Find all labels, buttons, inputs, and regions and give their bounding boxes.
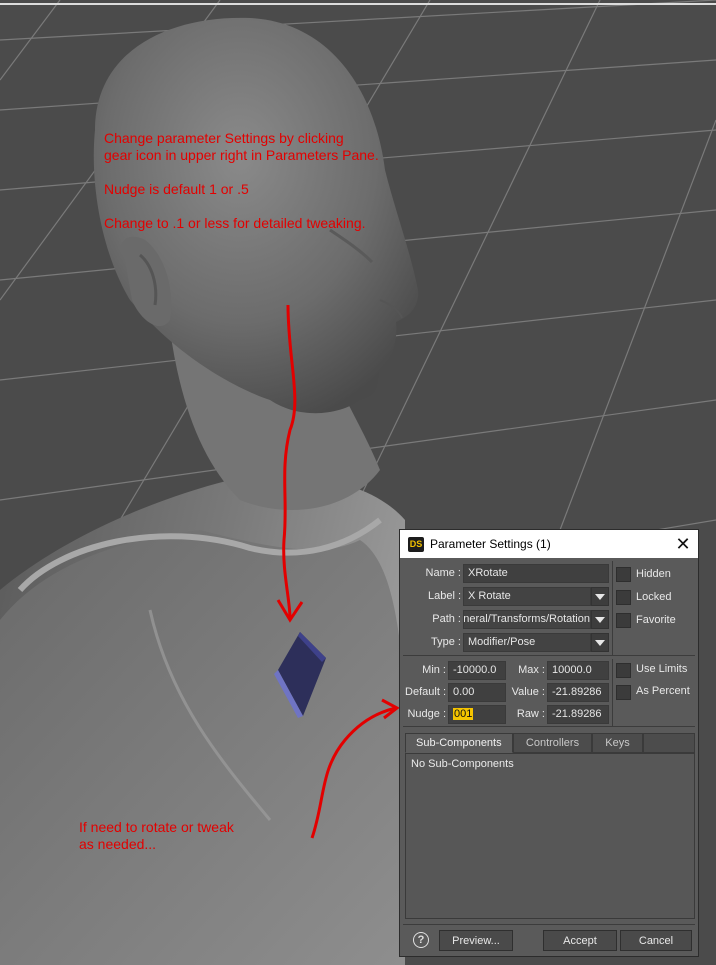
dialog-titlebar[interactable]: DS Parameter Settings (1) ✕	[400, 530, 698, 558]
min-label: Min :	[422, 664, 446, 676]
annotation-bottom-note: If need to rotate or tweak as needed...	[79, 819, 234, 852]
as-percent-checkbox[interactable]	[616, 685, 631, 700]
use-limits-label: Use Limits	[636, 663, 688, 675]
accept-button[interactable]: Accept	[543, 930, 617, 951]
raw-label: Raw :	[516, 708, 545, 720]
default-label: Default :	[405, 686, 446, 698]
favorite-label: Favorite	[636, 614, 676, 626]
value-field[interactable]: -21.89286	[547, 683, 609, 702]
dialog-footer: ? Preview... Accept Cancel	[403, 924, 695, 954]
path-value: General/Transforms/Rotation	[463, 613, 590, 625]
path-label: Path :	[432, 613, 461, 625]
path-dropdown-button[interactable]	[591, 610, 609, 629]
close-icon[interactable]: ✕	[668, 530, 698, 558]
nudge-field[interactable]: 001	[448, 705, 506, 724]
use-limits-checkbox[interactable]	[616, 663, 631, 678]
type-dropdown-button[interactable]	[591, 633, 609, 652]
max-field[interactable]: 10000.0	[547, 661, 609, 680]
help-icon: ?	[413, 932, 429, 948]
tab-sub-components[interactable]: Sub-Components	[405, 733, 513, 753]
vertical-divider	[612, 659, 613, 727]
sub-components-panel[interactable]: No Sub-Components	[405, 753, 695, 919]
label-dropdown-button[interactable]	[591, 587, 609, 606]
daz-studio-logo-icon: DS	[408, 536, 424, 552]
tab-bar: Sub-Components Controllers Keys	[405, 733, 695, 753]
tab-controllers[interactable]: Controllers	[513, 733, 592, 753]
name-field[interactable]: XRotate	[463, 564, 609, 583]
annotation-top-note: Change parameter Settings by clicking ge…	[104, 130, 379, 231]
max-label: Max :	[518, 664, 545, 676]
type-combo[interactable]: Modifier/Pose	[463, 633, 591, 652]
cancel-button[interactable]: Cancel	[620, 930, 692, 951]
identity-section: Name : XRotate Label : X Rotate Path : G…	[403, 561, 695, 656]
favorite-checkbox[interactable]	[616, 613, 631, 628]
dialog-title: Parameter Settings (1)	[430, 537, 551, 551]
locked-checkbox[interactable]	[616, 590, 631, 605]
locked-label: Locked	[636, 591, 672, 603]
nudge-value: 001	[453, 708, 474, 720]
hidden-checkbox[interactable]	[616, 567, 631, 582]
value-label: Value :	[511, 686, 545, 698]
min-field[interactable]: -10000.0	[448, 661, 506, 680]
vertical-divider	[612, 561, 613, 656]
path-combo[interactable]: General/Transforms/Rotation	[463, 610, 591, 629]
default-field[interactable]: 0.00	[448, 683, 506, 702]
raw-field[interactable]: -21.89286	[547, 705, 609, 724]
label-label: Label :	[427, 590, 461, 602]
label-combo[interactable]: X Rotate	[463, 587, 591, 606]
parameter-settings-dialog: DS Parameter Settings (1) ✕ Name : XRota…	[399, 529, 699, 957]
limits-section: Min : -10000.0 Max : 10000.0 Default : 0…	[403, 659, 695, 727]
as-percent-label: As Percent	[636, 685, 690, 697]
hidden-label: Hidden	[636, 568, 671, 580]
nudge-label: Nudge :	[407, 708, 446, 720]
tab-spacer	[643, 733, 695, 753]
tab-keys[interactable]: Keys	[592, 733, 643, 753]
name-label: Name :	[425, 567, 461, 579]
type-label: Type :	[431, 636, 461, 648]
preview-button[interactable]: Preview...	[439, 930, 513, 951]
help-button[interactable]: ?	[411, 930, 431, 950]
no-sub-components-text: No Sub-Components	[411, 758, 514, 770]
